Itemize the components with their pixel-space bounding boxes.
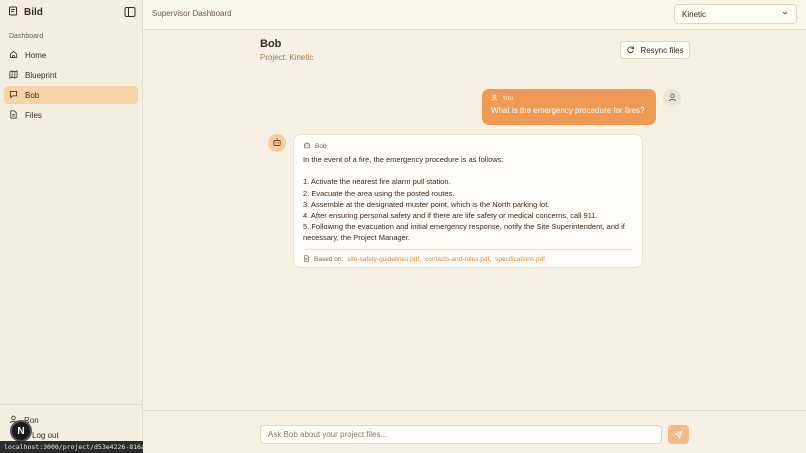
send-icon: [673, 427, 683, 442]
sidebar-item-bob[interactable]: Bob: [4, 86, 138, 104]
source-link[interactable]: site-safety-guidelines.pdf,: [347, 256, 421, 263]
sidebar-item-label: Blueprint: [25, 70, 57, 80]
project-select[interactable]: Kinetic: [674, 4, 797, 24]
home-icon: [9, 50, 18, 61]
chat-subtitle: Project: Kinetic: [260, 53, 314, 62]
file-icon: [303, 255, 310, 264]
source-link[interactable]: contacts-and-roles.pdf,: [425, 256, 491, 263]
chat-title: Bob: [260, 38, 282, 50]
dev-tools-badge[interactable]: N: [10, 420, 32, 442]
sidebar-item-label: Files: [25, 110, 42, 120]
sidebar: Bild Dashboard Home Blueprint Bob Files …: [0, 0, 143, 453]
user-icon: [491, 94, 498, 103]
app-name: Bild: [24, 6, 43, 18]
sidebar-section-label: Dashboard: [9, 33, 44, 40]
avatar: [663, 89, 681, 107]
message-author-name: You: [502, 95, 513, 102]
robot-icon: [303, 141, 311, 151]
chat-input[interactable]: [260, 425, 662, 444]
user-message: You What is the emergency procedure for …: [482, 89, 656, 125]
sidebar-nav: Home Blueprint Bob Files: [4, 46, 138, 126]
message-sources: Based on: site-safety-guidelines.pdf, co…: [303, 249, 633, 264]
sidebar-item-home[interactable]: Home: [4, 46, 138, 64]
resync-files-button[interactable]: Resync files: [620, 41, 690, 59]
bot-avatar: [268, 134, 286, 152]
map-icon: [9, 69, 18, 81]
message-author-name: Bob: [315, 142, 327, 150]
sidebar-toggle-icon[interactable]: [124, 5, 136, 17]
refresh-icon: [626, 45, 635, 56]
message-text: What is the emergency procedure for fire…: [491, 106, 645, 115]
sidebar-item-blueprint[interactable]: Blueprint: [4, 66, 138, 84]
message-icon: [9, 90, 18, 101]
topbar: Supervisor Dashboard Kinetic: [143, 0, 806, 30]
send-button[interactable]: [668, 425, 689, 444]
page-title: Supervisor Dashboard: [152, 9, 232, 18]
resync-files-label: Resync files: [640, 45, 684, 55]
logout-button[interactable]: Log out: [32, 431, 59, 440]
user-icon: [668, 89, 677, 107]
message-author: Bob: [303, 141, 633, 151]
composer: [143, 410, 806, 453]
robot-icon: [272, 134, 282, 152]
chevron-down-icon: [781, 9, 789, 19]
assistant-message: Bob In the event of a fire, the emergenc…: [293, 134, 643, 268]
file-icon: [9, 109, 18, 121]
message-text: In the event of a fire, the emergency pr…: [303, 155, 625, 243]
brand[interactable]: Bild: [8, 5, 43, 19]
logo-icon: [8, 3, 18, 21]
sidebar-item-label: Home: [25, 50, 47, 60]
sidebar-item-files[interactable]: Files: [4, 106, 138, 124]
chat-panel: Bob Project: Kinetic Resync files You Wh…: [143, 30, 806, 410]
sidebar-item-label: Bob: [25, 90, 40, 100]
chat-header: Bob Project: Kinetic: [260, 38, 313, 62]
message-author: You: [491, 94, 647, 103]
source-link[interactable]: specifications.pdf: [495, 256, 545, 263]
project-select-value: Kinetic: [682, 9, 707, 19]
sources-label: Based on:: [314, 256, 344, 263]
